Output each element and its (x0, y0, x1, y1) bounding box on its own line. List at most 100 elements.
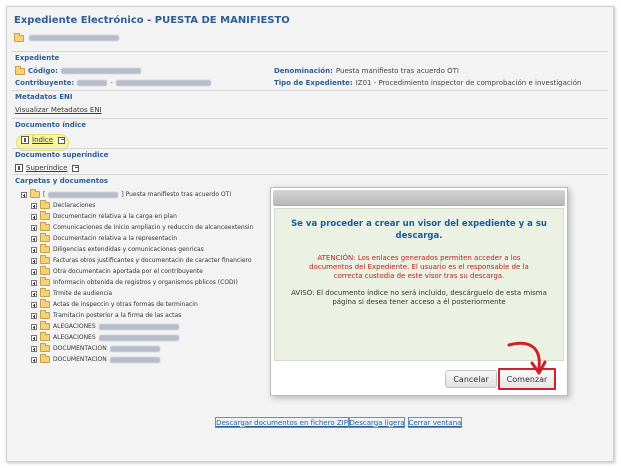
external-link-icon[interactable] (58, 136, 66, 144)
tree-item-label: Actas de inspeccin y otras formas de ter… (53, 301, 198, 308)
redacted-root-id (48, 191, 119, 198)
tree-item[interactable]: ALEGACIONES (31, 321, 179, 330)
redacted-contribuyente (115, 80, 211, 86)
tree-item[interactable]: Documentacin relativa a la representacin (31, 233, 178, 242)
tree-item[interactable]: Trmite de audiencia (31, 288, 113, 297)
expand-icon[interactable] (31, 334, 37, 341)
cancel-button[interactable]: Cancelar (445, 370, 497, 388)
tree-item-label: Informacin obtenida de registros y organ… (53, 279, 238, 286)
folder-icon (40, 354, 50, 363)
metadatos-section: Metadatos ENI Visualizar Metadatos ENI (12, 90, 608, 118)
expand-icon[interactable] (31, 235, 37, 242)
redacted-text (98, 334, 179, 341)
expand-icon[interactable] (31, 323, 37, 330)
superindice-link[interactable]: Superíndice (26, 164, 67, 172)
expediente-id-bar (14, 30, 119, 46)
tree-item-label: ALEGACIONES (53, 323, 96, 330)
folder-icon (40, 321, 50, 330)
tree-item-label: Tramitacin posterior a la firma de las a… (53, 312, 182, 319)
tree-item[interactable]: Otra documentacin aportada por el contri… (31, 266, 203, 275)
tree-root[interactable]: [ ] Puesta manifiesto tras acuerdo OTI (21, 189, 232, 198)
denominacion-value: Puesta manifiesto tras acuerdo OTI (335, 67, 459, 75)
dialog-note: AVISO: El documento índice no será inclu… (291, 289, 547, 306)
tree-item[interactable]: Diligencias extendidas y comunicaciones … (31, 244, 204, 253)
carpetas-section-title: Carpetas y documentos (15, 177, 109, 185)
expand-icon[interactable] (31, 202, 37, 209)
tree-item[interactable]: Tramitacin posterior a la firma de las a… (31, 310, 182, 319)
tree-item-label: Diligencias extendidas y comunicaciones … (53, 246, 204, 253)
download-zip-button[interactable]: Descargar documentos en fichero ZIP (215, 417, 349, 428)
folder-icon (40, 244, 50, 253)
folder-icon (40, 299, 50, 308)
tree-item-label: Facturas otros justificantes y documenta… (53, 257, 252, 264)
close-window-button[interactable]: Cerrar ventana (408, 417, 462, 428)
codigo-label: Código: (28, 67, 58, 75)
expand-icon[interactable] (31, 345, 37, 352)
tree-item-label: ALEGACIONES (53, 334, 96, 341)
tree-item[interactable]: Informacin obtenida de registros y organ… (31, 277, 238, 286)
expand-icon[interactable] (31, 268, 37, 275)
redacted-codigo (60, 68, 141, 74)
indice-section: Documento índice Índice (12, 118, 608, 146)
tree-item[interactable]: Actas de inspeccin y otras formas de ter… (31, 299, 198, 308)
tree-item[interactable]: ALEGACIONES (31, 332, 179, 341)
redacted-text (109, 356, 160, 363)
redacted-nif (77, 80, 108, 86)
window-title: Expediente Electrónico - PUESTA DE MANIF… (14, 15, 290, 26)
tree-root-open: [ (43, 191, 46, 198)
indice-section-title: Documento índice (15, 121, 87, 129)
tree-item-label: Comunicaciones de inicio ampliacin y red… (53, 224, 254, 231)
folder-icon (30, 189, 40, 198)
external-link-icon[interactable] (72, 164, 80, 172)
tree-root-label: ] Puesta manifiesto tras acuerdo OTI (121, 191, 232, 198)
folder-icon (15, 65, 25, 75)
folder-icon (14, 32, 24, 42)
tree-item-label: Documentacin relativa a la representacin (53, 235, 178, 242)
visualizar-metadatos-link[interactable]: Visualizar Metadatos ENI (15, 106, 102, 114)
tree-item[interactable]: Declaraciones (31, 200, 95, 209)
document-icon (21, 136, 29, 144)
metadatos-row: Visualizar Metadatos ENI (15, 106, 102, 114)
expand-icon[interactable] (31, 279, 37, 286)
tree-item-label: DOCUMENTACION (53, 356, 107, 363)
tree-item[interactable]: DOCUMENTACION (31, 354, 160, 363)
indice-link[interactable]: Índice (32, 136, 53, 144)
metadatos-section-title: Metadatos ENI (15, 93, 73, 101)
dialog-titlebar[interactable] (273, 190, 565, 206)
superindice-section-title: Documento superíndice (15, 151, 109, 159)
tree-item-label: DOCUMENTACION (53, 345, 107, 352)
expand-icon[interactable] (31, 224, 37, 231)
folder-icon (40, 266, 50, 275)
codigo-row: Código: (15, 65, 141, 75)
expand-icon[interactable] (31, 301, 37, 308)
tree-item-label: Documentacin relativa a la carga en plan (53, 213, 177, 220)
expand-icon[interactable] (31, 356, 37, 363)
download-light-button[interactable]: Descarga ligera (349, 417, 405, 428)
tree-item-label: Otra documentacin aportada por el contri… (53, 268, 203, 275)
expand-icon[interactable] (31, 290, 37, 297)
contribuyente-separator: - (110, 79, 113, 87)
tree-item[interactable]: Comunicaciones de inicio ampliacin y red… (31, 222, 254, 231)
denominacion-label: Denominación: (274, 67, 333, 75)
annotation-arrow (507, 341, 547, 375)
redacted-text (109, 345, 160, 352)
superindice-row: Superíndice (15, 164, 80, 172)
tipo-value: IZ01 - Procedimiento inspector de compro… (355, 79, 582, 87)
expand-icon[interactable] (31, 213, 37, 220)
collapse-icon[interactable] (21, 191, 27, 198)
tree-item[interactable]: DOCUMENTACION (31, 343, 160, 352)
folder-icon (40, 222, 50, 231)
tipo-row: Tipo de Expediente: IZ01 - Procedimiento… (274, 79, 581, 87)
expand-icon[interactable] (31, 312, 37, 319)
document-icon (15, 164, 23, 172)
tree-item[interactable]: Facturas otros justificantes y documenta… (31, 255, 252, 264)
expand-icon[interactable] (31, 257, 37, 264)
tree-item[interactable]: Documentacin relativa a la carga en plan (31, 211, 177, 220)
tree-item-label: Trmite de audiencia (53, 290, 113, 297)
expand-icon[interactable] (31, 246, 37, 253)
contribuyente-row: Contribuyente: - (15, 79, 211, 87)
redacted-text (98, 323, 179, 330)
folder-icon (40, 332, 50, 341)
dialog-title: Se va proceder a crear un visor del expe… (291, 219, 547, 241)
superindice-section: Documento superíndice Superíndice (12, 148, 608, 176)
